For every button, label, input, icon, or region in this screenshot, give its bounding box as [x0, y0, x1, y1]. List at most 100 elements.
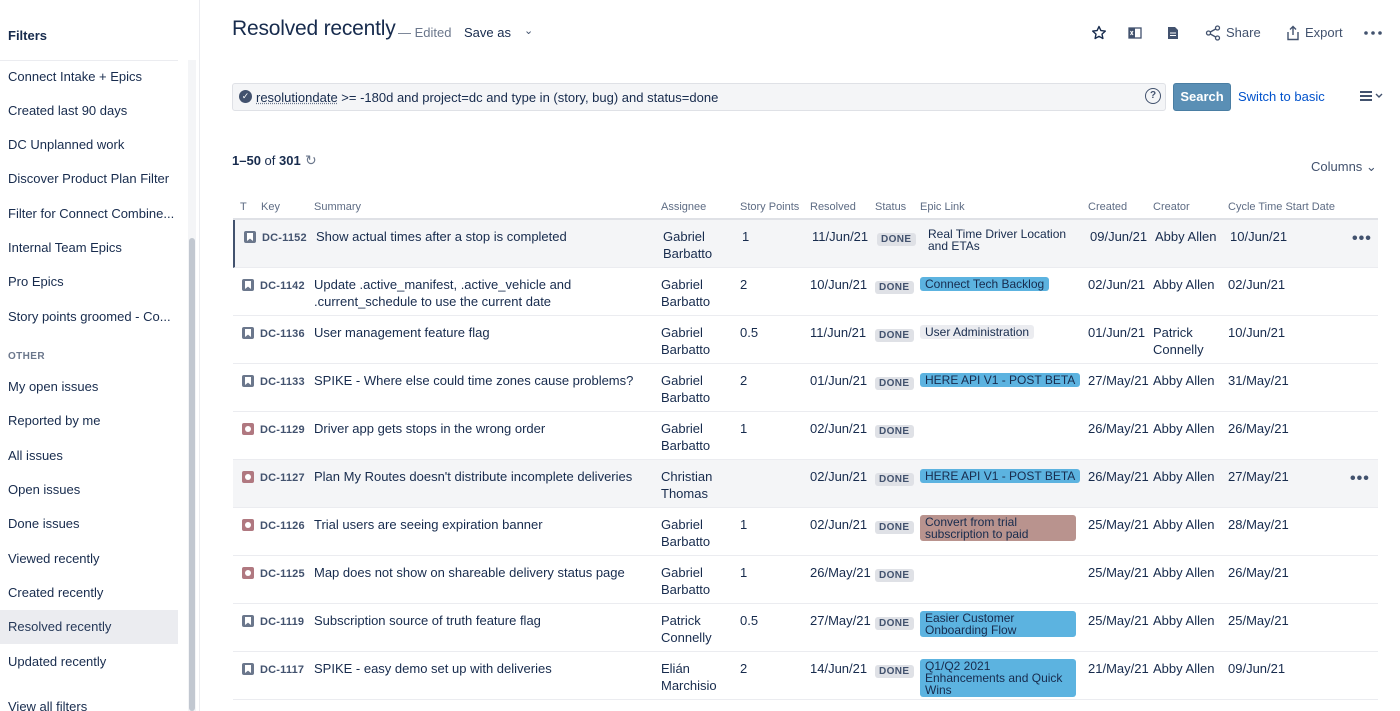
epic-link[interactable]: HERE API V1 - POST BETA	[920, 467, 1081, 484]
save-as-button[interactable]: Save as	[464, 25, 511, 40]
column-header-key[interactable]: Key	[261, 201, 280, 213]
export-button[interactable]: Export	[1305, 25, 1343, 40]
search-button[interactable]: Search	[1173, 83, 1231, 111]
star-icon[interactable]	[1088, 22, 1110, 44]
help-icon[interactable]: ?	[1145, 88, 1161, 104]
issue-summary[interactable]: User management feature flag	[314, 324, 490, 341]
table-row[interactable]: DC-1119 Subscription source of truth feat…	[233, 604, 1378, 652]
table-row[interactable]: DC-1152 Show actual times after a stop is…	[233, 220, 1378, 268]
cycle-time-start-date: 31/May/21	[1228, 373, 1289, 388]
issue-key[interactable]: DC-1117	[260, 662, 304, 679]
epic-link[interactable]: Convert from trial subscription to paid	[920, 515, 1076, 541]
column-header-type[interactable]: T	[240, 201, 247, 213]
view-all-filters-link[interactable]: View all filters	[0, 690, 178, 711]
issue-key[interactable]: DC-1125	[260, 566, 305, 583]
column-header-epic-link[interactable]: Epic Link	[920, 201, 965, 213]
document-icon[interactable]	[1162, 22, 1184, 44]
issue-summary[interactable]: Driver app gets stops in the wrong order	[314, 420, 545, 437]
issue-key[interactable]: DC-1152	[262, 230, 307, 247]
table-row[interactable]: DC-1125 Map does not show on shareable de…	[233, 556, 1378, 604]
row-actions-icon[interactable]: •••	[1352, 230, 1372, 248]
share-icon[interactable]	[1202, 22, 1224, 44]
issue-summary[interactable]: Map does not show on shareable delivery …	[314, 564, 625, 581]
switch-to-basic-link[interactable]: Switch to basic	[1238, 89, 1325, 104]
sidebar-item-updated-recently[interactable]: Updated recently	[0, 645, 178, 679]
excel-icon[interactable]	[1124, 22, 1146, 44]
valid-query-icon: ✓	[239, 90, 252, 103]
sidebar-item-created-last-90[interactable]: Created last 90 days	[0, 94, 178, 128]
table-row[interactable]: DC-1127 Plan My Routes doesn't distribute…	[233, 460, 1378, 508]
sidebar-item-pro-epics[interactable]: Pro Epics	[0, 265, 178, 299]
issue-key[interactable]: DC-1119	[260, 614, 304, 631]
table-row[interactable]: DC-1117 SPIKE - easy demo set up with del…	[233, 652, 1378, 700]
columns-button[interactable]: Columns ⌄	[1311, 159, 1377, 175]
issue-key[interactable]: DC-1136	[260, 326, 305, 343]
epic-link[interactable]: HERE API V1 - POST BETA	[920, 371, 1081, 388]
issue-summary[interactable]: Update .active_manifest, .active_vehicle…	[314, 276, 571, 293]
sidebar-item-done-issues[interactable]: Done issues	[0, 507, 178, 541]
sidebar-item-internal-team[interactable]: Internal Team Epics	[0, 231, 178, 265]
sidebar-item-my-open[interactable]: My open issues	[0, 370, 178, 404]
issue-key[interactable]: DC-1127	[260, 470, 305, 487]
sidebar-item-reported-by-me[interactable]: Reported by me	[0, 404, 178, 438]
issue-key[interactable]: DC-1142	[260, 278, 305, 295]
cycle-time-start-date: 27/May/21	[1228, 469, 1289, 484]
column-header-summary[interactable]: Summary	[314, 201, 361, 213]
epic-link[interactable]: Q1/Q2 2021 Enhancements and Quick Wins	[920, 659, 1076, 697]
story-points: 1	[740, 517, 748, 532]
table-row[interactable]: DC-1129 Driver app gets stops in the wron…	[233, 412, 1378, 460]
export-icon[interactable]	[1282, 22, 1304, 44]
assignee-last: Barbatto	[661, 582, 711, 597]
sidebar-item-dc-unplanned[interactable]: DC Unplanned work	[0, 128, 178, 162]
issue-key[interactable]: DC-1133	[260, 374, 305, 391]
column-header-assignee[interactable]: Assignee	[661, 201, 706, 213]
column-header-status[interactable]: Status	[875, 201, 906, 213]
share-button[interactable]: Share	[1226, 25, 1261, 40]
sidebar-item-story-points[interactable]: Story points groomed - Co...	[0, 300, 178, 334]
epic-link[interactable]: Real Time Driver Location and ETAs	[928, 228, 1066, 252]
issue-summary[interactable]: SPIKE - easy demo set up with deliveries	[314, 660, 552, 677]
epic-link[interactable]: Connect Tech Backlog	[920, 275, 1050, 292]
epic-link[interactable]: User Administration	[920, 323, 1035, 340]
more-options-icon[interactable]	[1362, 22, 1384, 44]
resolved-date: 02/Jun/21	[810, 469, 868, 484]
sidebar-item-viewed-recently[interactable]: Viewed recently	[0, 542, 178, 576]
sidebar-item-created-recently[interactable]: Created recently	[0, 576, 178, 610]
column-header-creator[interactable]: Creator	[1153, 201, 1190, 213]
column-header-story-points[interactable]: Story Points	[740, 201, 799, 213]
cycle-time-start-date: 10/Jun/21	[1230, 229, 1288, 244]
issue-key[interactable]: DC-1126	[260, 518, 305, 535]
table-row[interactable]: DC-1133 SPIKE - Where else could time zon…	[233, 364, 1378, 412]
sidebar-item-all-issues[interactable]: All issues	[0, 439, 178, 473]
creator-name: Abby Allen	[1153, 661, 1215, 676]
status-badge: DONE	[875, 377, 914, 390]
issue-summary[interactable]: Show actual times after a stop is comple…	[316, 228, 567, 245]
table-row[interactable]: DC-1136 User management feature flag Gabri…	[233, 316, 1378, 364]
column-header-resolved[interactable]: Resolved	[810, 201, 856, 213]
epic-link[interactable]: Easier Customer Onboarding Flow	[920, 611, 1076, 637]
column-header-cycle-time[interactable]: Cycle Time Start Date	[1228, 201, 1335, 213]
refresh-icon[interactable]: ↻	[305, 152, 317, 169]
created-date: 02/Jun/21	[1088, 277, 1146, 292]
issue-summary[interactable]: Trial users are seeing expiration banner	[314, 516, 543, 533]
status-badge: DONE	[875, 569, 914, 582]
chevron-down-icon[interactable]: ⌄	[524, 24, 533, 37]
sidebar-item-open-issues[interactable]: Open issues	[0, 473, 178, 507]
issue-summary[interactable]: Subscription source of truth feature fla…	[314, 612, 541, 629]
table-row[interactable]: DC-1126 Trial users are seeing expiration…	[233, 508, 1378, 556]
column-header-created[interactable]: Created	[1088, 201, 1127, 213]
issue-summary[interactable]: Plan My Routes doesn't distribute incomp…	[314, 468, 632, 485]
row-actions-icon[interactable]: •••	[1350, 470, 1370, 488]
sidebar-item-connect-intake[interactable]: Connect Intake + Epics	[0, 60, 178, 94]
sidebar-item-discover-product[interactable]: Discover Product Plan Filter	[0, 162, 178, 196]
jql-query-field[interactable]: ✓ resolutiondate >= -180d and project=dc…	[232, 83, 1166, 111]
list-view-menu-icon[interactable]	[1358, 86, 1386, 106]
resolved-date: 26/May/21	[810, 565, 871, 580]
table-row[interactable]: DC-1142 Update .active_manifest, .active_…	[233, 268, 1378, 316]
issue-summary[interactable]: SPIKE - Where else could time zones caus…	[314, 372, 633, 389]
jql-query-text[interactable]: resolutiondate >= -180d and project=dc a…	[256, 90, 718, 105]
sidebar-item-resolved-recently[interactable]: Resolved recently	[0, 610, 178, 644]
issue-key[interactable]: DC-1129	[260, 422, 305, 439]
sidebar-scrollbar-thumb[interactable]	[189, 238, 195, 711]
sidebar-item-filter-connect[interactable]: Filter for Connect Combine...	[0, 197, 178, 231]
